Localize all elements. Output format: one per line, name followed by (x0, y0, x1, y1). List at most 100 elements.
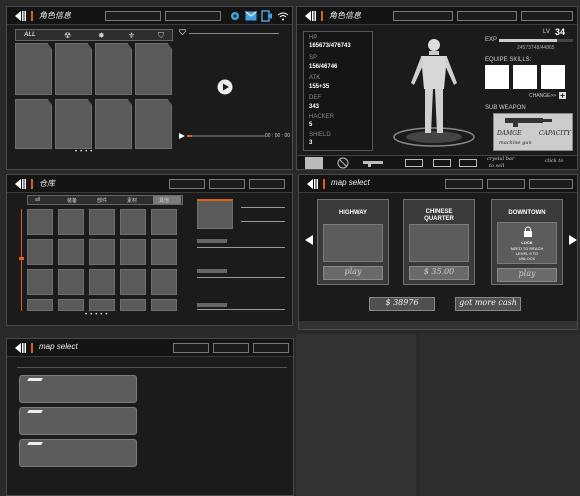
tab-parts[interactable]: 部件 (97, 197, 107, 204)
title-slot (169, 179, 205, 189)
item-slot[interactable] (135, 99, 172, 149)
storage-slot[interactable] (120, 269, 146, 295)
progress-fill (187, 135, 192, 137)
title-slot (249, 179, 285, 189)
item-slot[interactable] (55, 99, 92, 149)
buy-button[interactable]: $ 35.00 (409, 266, 469, 280)
scrollbar-track[interactable] (21, 209, 22, 311)
map-card-highway[interactable]: HIGHWAY play (317, 199, 389, 285)
item-slot[interactable] (95, 99, 132, 149)
item-slot[interactable] (15, 43, 52, 95)
back-icon[interactable] (305, 178, 319, 190)
title-slot (487, 179, 525, 189)
storage-panel: 仓库 all 装备 部件 素材 其他 ••••• (6, 174, 293, 326)
timer-text: 00 : 00 : 00 (265, 133, 291, 139)
storage-slot[interactable] (89, 239, 115, 265)
back-icon[interactable] (13, 10, 27, 22)
tab-other[interactable]: 其他 (159, 197, 169, 204)
storage-slot[interactable] (27, 209, 53, 235)
storage-slot[interactable] (27, 269, 53, 295)
accent-bar (31, 179, 33, 189)
title-slot (213, 343, 249, 353)
rifle-icon[interactable] (363, 159, 387, 167)
storage-slot[interactable] (120, 299, 146, 311)
storage-slot[interactable] (27, 239, 53, 265)
storage-slot[interactable] (151, 239, 177, 265)
title-slot (393, 11, 453, 21)
bottom-strip (299, 321, 577, 329)
skill-slot[interactable] (541, 65, 565, 89)
storage-slot[interactable] (58, 209, 84, 235)
tab-burst[interactable]: ✸ (98, 31, 105, 40)
arrow-left-icon[interactable] (305, 235, 313, 245)
item-slot[interactable] (15, 99, 52, 149)
tab-equipment[interactable]: 装备 (67, 197, 77, 204)
map-card-downtown[interactable]: DOWNTOWN LOCK NEED TO REACH LEVEL 9 TO U… (491, 199, 563, 285)
storage-slot[interactable] (27, 299, 53, 311)
tab-shield[interactable]: ⛉ (158, 31, 164, 41)
accent-bar (31, 11, 33, 21)
skill-slot[interactable] (513, 65, 537, 89)
item-slot[interactable] (55, 43, 92, 95)
toolbar-slot[interactable] (305, 157, 323, 169)
toolbar-slot[interactable] (459, 159, 477, 167)
tab-materials[interactable]: 素材 (127, 197, 137, 204)
mail-icon[interactable] (245, 11, 257, 21)
get-cash-button[interactable]: got more cash (455, 297, 521, 311)
storage-slot[interactable] (58, 269, 84, 295)
map-list-item[interactable] (19, 407, 137, 435)
stat-label-def: DEF (309, 95, 321, 101)
back-icon[interactable] (13, 178, 27, 190)
detail-bar (197, 269, 227, 273)
stat-label-shield: SHIELD (309, 132, 331, 138)
play-button-icon[interactable] (217, 79, 233, 95)
storage-slot[interactable] (89, 209, 115, 235)
arrow-right-icon[interactable] (569, 235, 577, 245)
toolbar-slot[interactable] (405, 159, 423, 167)
back-icon[interactable] (13, 342, 27, 354)
storage-slot[interactable] (151, 299, 177, 311)
map-thumbnail (323, 224, 383, 262)
no-entry-icon[interactable] (337, 157, 349, 169)
detail-line (197, 247, 285, 248)
tab-radiation[interactable]: ☢ (64, 31, 71, 40)
storage-slot[interactable] (120, 239, 146, 265)
stat-value-hacker: 5 (309, 122, 313, 128)
back-icon[interactable] (303, 10, 317, 22)
storage-slot[interactable] (58, 239, 84, 265)
storage-slot[interactable] (151, 269, 177, 295)
progress-bar[interactable] (187, 135, 265, 137)
exit-icon[interactable] (261, 10, 273, 22)
character-panel: 角色信息 HP 165673/476743 SP 156/46746 ATK 1… (296, 6, 578, 170)
map-list-item[interactable] (19, 439, 137, 467)
weapon-note-gun: machine gun (499, 140, 532, 146)
storage-slot[interactable] (120, 209, 146, 235)
item-slot[interactable] (95, 43, 132, 95)
weapon-note-damage: DAMGE (497, 130, 522, 137)
storage-slot[interactable] (151, 209, 177, 235)
map-card-chinese-quarter[interactable]: CHINESE QUARTER $ 35.00 (403, 199, 475, 285)
play-button[interactable]: play (497, 268, 557, 282)
plus-icon[interactable] (559, 92, 566, 99)
stat-label-sp: SP (309, 55, 318, 61)
storage-slot[interactable] (89, 269, 115, 295)
title-bar: map select (7, 339, 293, 357)
scrollbar-thumb[interactable] (19, 257, 24, 260)
equip-skills-label: EQUIPE SKILLS: (485, 57, 532, 63)
tab-fleur[interactable]: ⚜ (128, 31, 135, 40)
toolbar-slot[interactable] (433, 159, 451, 167)
item-slot[interactable] (135, 43, 172, 95)
map-name: HIGHWAY (338, 210, 368, 216)
map-select-list-panel: map select (6, 338, 294, 496)
tab-all[interactable]: ALL (24, 32, 36, 38)
detail-line (241, 221, 285, 222)
map-list-item[interactable] (19, 375, 137, 403)
play-button[interactable]: play (323, 266, 383, 280)
settings-icon[interactable] (229, 10, 241, 22)
change-link[interactable]: CHANGE>> (529, 93, 556, 99)
stat-line (189, 33, 279, 34)
skill-slot[interactable] (485, 65, 509, 89)
storage-slot[interactable] (89, 299, 115, 311)
tab-all[interactable]: all (35, 197, 40, 203)
storage-slot[interactable] (58, 299, 84, 311)
